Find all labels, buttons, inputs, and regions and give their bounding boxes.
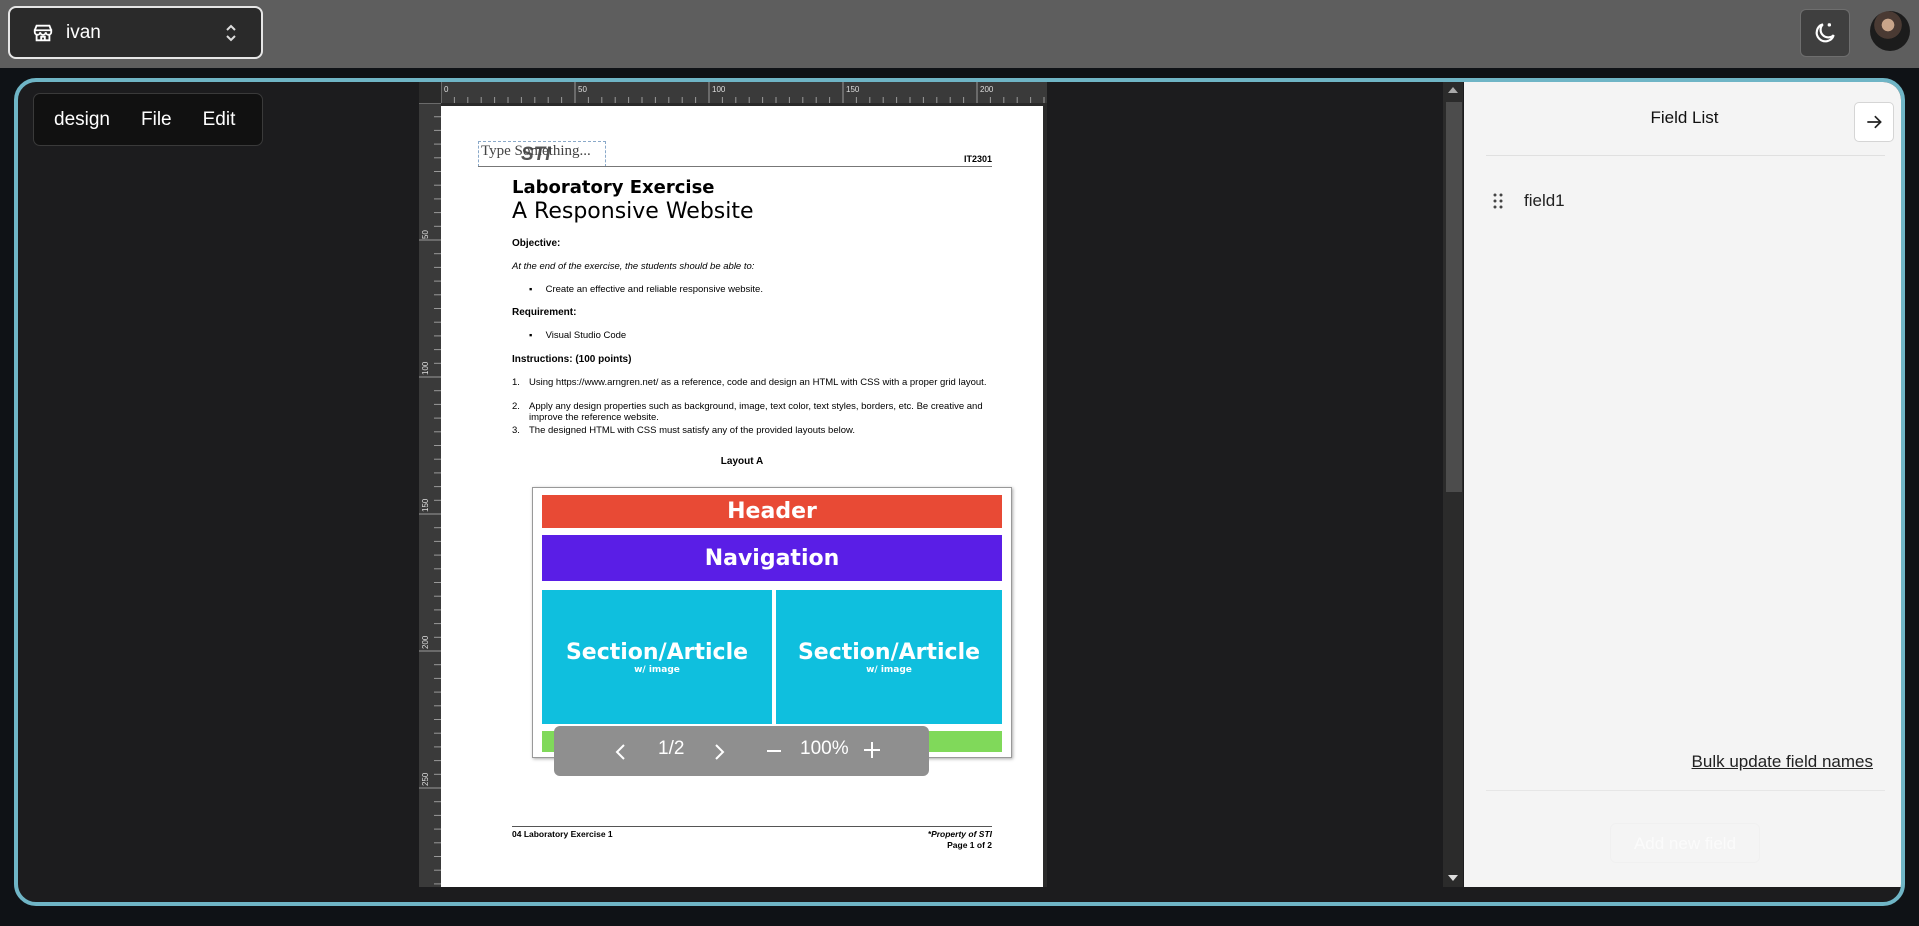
instruction-item: 2. Apply any design properties such as ba…: [512, 401, 992, 423]
doc-title-small: Laboratory Exercise: [512, 177, 715, 198]
chevron-up-down-icon: [226, 24, 236, 41]
instruction-number: 3.: [512, 425, 520, 436]
section-title: Section/Article: [797, 639, 981, 665]
instruction-text: The designed HTML with CSS must satisfy …: [529, 425, 855, 436]
zoom-level: 100%: [800, 738, 849, 759]
panel-divider: [1486, 790, 1885, 791]
ruler-label: 50: [421, 230, 430, 239]
field-list-panel: Field List field1 Bulk update field name…: [1464, 82, 1901, 887]
bulk-update-link[interactable]: Bulk update field names: [1692, 752, 1873, 772]
doc-title-large: A Responsive Website: [512, 199, 754, 224]
instruction-number: 1.: [512, 377, 520, 388]
diagram-section-left: Section/Article w/ image: [542, 590, 772, 724]
ruler-left: 50 100 150 200 250: [419, 103, 441, 887]
ruler-label: 150: [846, 85, 860, 94]
next-page-icon[interactable]: [714, 744, 726, 760]
course-code: IT2301: [963, 154, 992, 164]
instruction-text: Apply any design properties such as back…: [529, 401, 983, 423]
page-controls: 1/2 100%: [554, 726, 929, 776]
ruler-label: 200: [980, 85, 994, 94]
footer-right-text: *Property of STI Page 1 of 2: [928, 829, 992, 851]
objective-intro: At the end of the exercise, the students…: [512, 261, 755, 272]
zoom-out-icon[interactable]: [766, 743, 782, 759]
moon-stars-icon: [1815, 23, 1835, 43]
footer-property: *Property of STI: [927, 829, 992, 839]
ruler-label: 50: [578, 85, 587, 94]
arrow-right-icon: [1867, 115, 1882, 129]
diagram-header: Header: [542, 495, 1002, 528]
menu-item-design[interactable]: design: [54, 109, 110, 131]
drag-handle-icon[interactable]: [1492, 192, 1504, 210]
store-icon: [33, 24, 53, 41]
field-name: field1: [1524, 191, 1565, 210]
editor-scrollbar[interactable]: [1443, 82, 1463, 887]
menu-item-file[interactable]: File: [141, 109, 172, 131]
field-list-item[interactable]: field1: [1492, 191, 1565, 211]
prev-page-icon[interactable]: [614, 744, 626, 760]
objective-bullet: ▪ Create an effective and reliable respo…: [529, 284, 763, 295]
layout-diagram: Header Navigation Section/Article w/ ima…: [532, 487, 1012, 758]
ruler-label: 100: [712, 85, 726, 94]
scrollbar-thumb[interactable]: [1446, 102, 1462, 492]
menu-item-edit[interactable]: Edit: [203, 109, 236, 131]
objective-heading: Objective:: [512, 238, 561, 249]
ruler-label: 0: [444, 85, 449, 94]
theme-toggle-button[interactable]: [1800, 9, 1850, 57]
scroll-down-icon[interactable]: [1448, 874, 1458, 882]
collapse-panel-button[interactable]: [1854, 102, 1894, 142]
instruction-number: 2.: [512, 401, 520, 412]
instruction-item: 3. The designed HTML with CSS must satisf…: [512, 425, 992, 436]
zoom-in-icon[interactable]: [863, 741, 881, 759]
section-title: Section/Article: [565, 639, 749, 665]
section-subtitle: w/ image: [866, 664, 912, 675]
page-indicator: 1/2: [658, 738, 685, 759]
layout-label: Layout A: [720, 456, 764, 467]
requirement-heading: Requirement:: [512, 307, 577, 318]
footer-left-text: 04 Laboratory Exercise 1: [512, 829, 613, 839]
ruler-label: 100: [421, 361, 430, 375]
ruler-top: 0 50 100 150 200: [441, 82, 1047, 103]
text-field[interactable]: Type Something...: [478, 141, 606, 167]
header-divider: [478, 166, 992, 167]
instructions-heading: Instructions: (100 points): [512, 354, 632, 365]
footer-page-number: Page 1 of 2: [947, 840, 992, 850]
workspace-name: ivan: [66, 21, 101, 43]
scroll-up-icon[interactable]: [1448, 86, 1458, 94]
add-new-field-button[interactable]: Add new field: [1610, 823, 1760, 863]
instruction-text: Using https://www.arngren.net/ as a refe…: [529, 377, 987, 388]
top-bar: ivan: [0, 0, 1919, 68]
ruler-label: 200: [421, 635, 430, 649]
workspace-selector[interactable]: ivan: [8, 6, 263, 59]
menu-bar: design File Edit: [33, 93, 263, 146]
instruction-item: 1. Using https://www.arngren.net/ as a re…: [512, 377, 992, 388]
footer-divider: [512, 826, 992, 827]
requirement-bullet: ▪ Visual Studio Code: [529, 330, 627, 341]
ruler-label: 250: [421, 772, 430, 786]
panel-title: Field List: [1650, 108, 1719, 127]
requirement-bullet-text: Visual Studio Code: [545, 330, 627, 341]
panel-divider: [1486, 155, 1885, 156]
section-subtitle: w/ image: [634, 664, 680, 675]
diagram-navigation: Navigation: [542, 535, 1002, 581]
ruler-label: 150: [421, 498, 430, 512]
diagram-section-right: Section/Article w/ image: [776, 590, 1002, 724]
designer-frame: design File Edit 0 50 100 150 200 50 100…: [14, 78, 1905, 906]
avatar[interactable]: [1870, 11, 1910, 51]
objective-bullet-text: Create an effective and reliable respons…: [545, 284, 763, 295]
